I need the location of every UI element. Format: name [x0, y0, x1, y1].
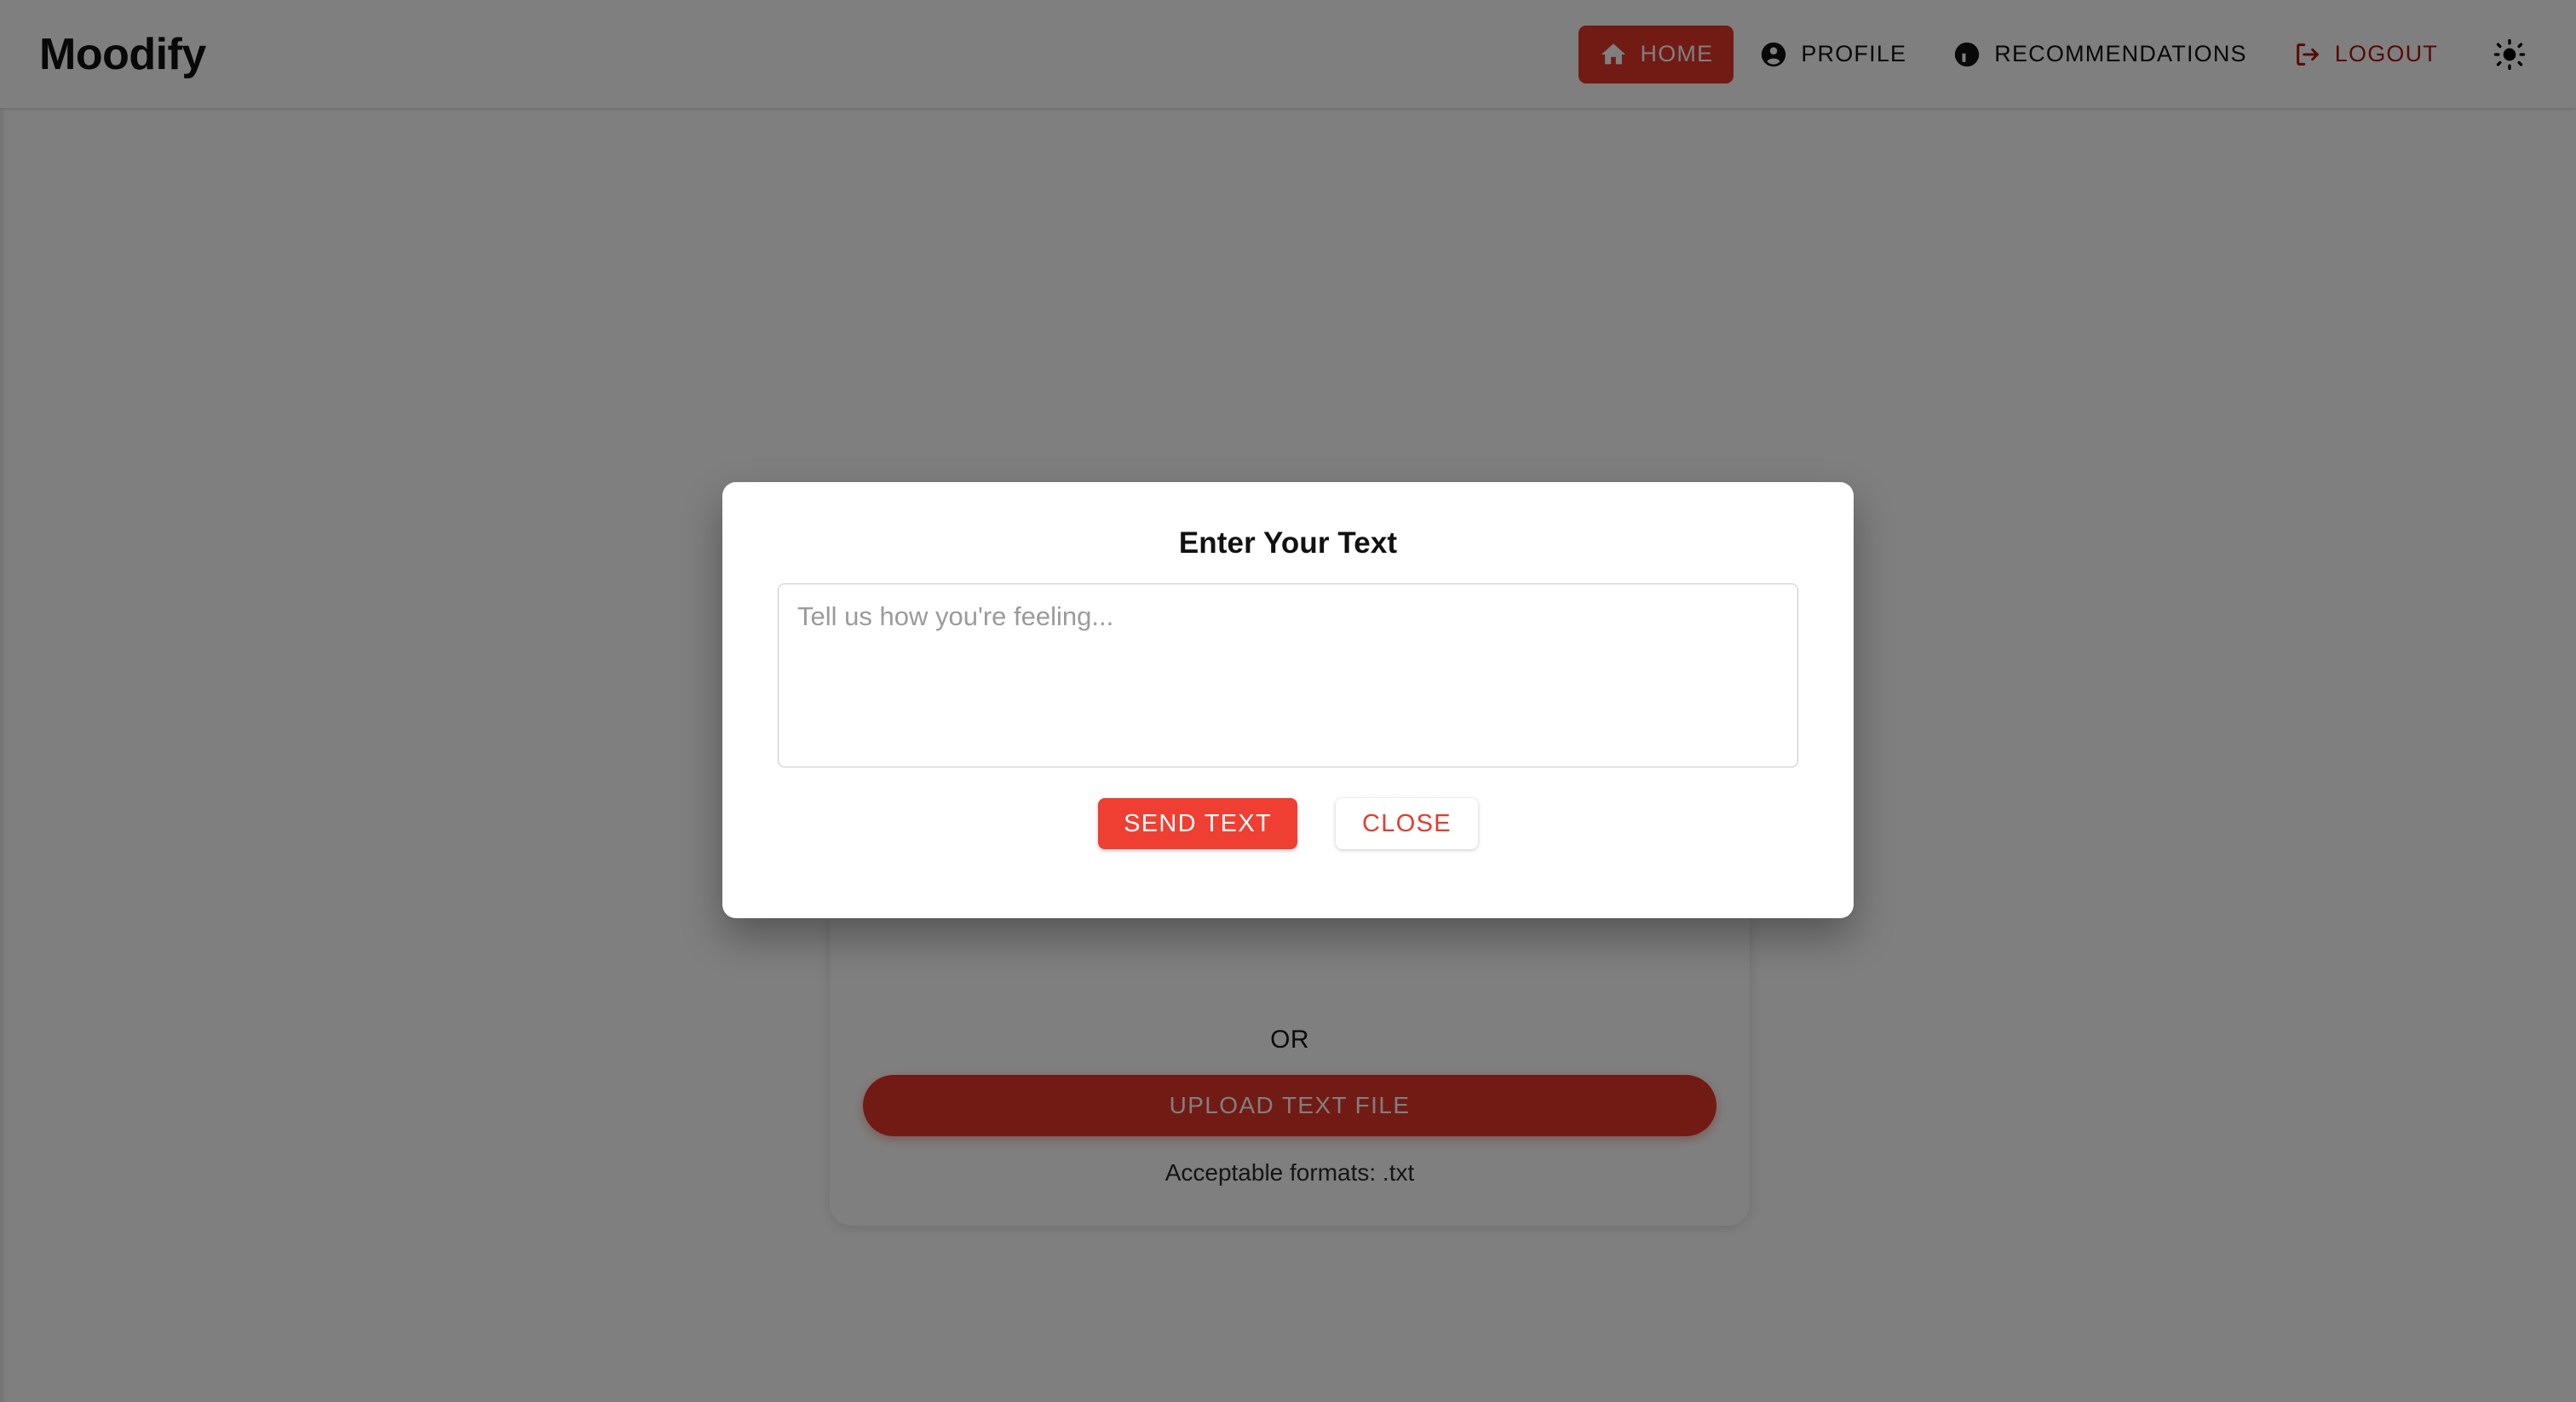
send-text-button[interactable]: SEND TEXT: [1098, 798, 1298, 849]
enter-text-dialog: Enter Your Text SEND TEXT CLOSE: [722, 482, 1854, 918]
dialog-title: Enter Your Text: [1178, 526, 1398, 560]
mood-text-input[interactable]: [778, 583, 1798, 767]
dialog-actions: SEND TEXT CLOSE: [722, 798, 1854, 849]
close-dialog-button[interactable]: CLOSE: [1336, 798, 1478, 849]
